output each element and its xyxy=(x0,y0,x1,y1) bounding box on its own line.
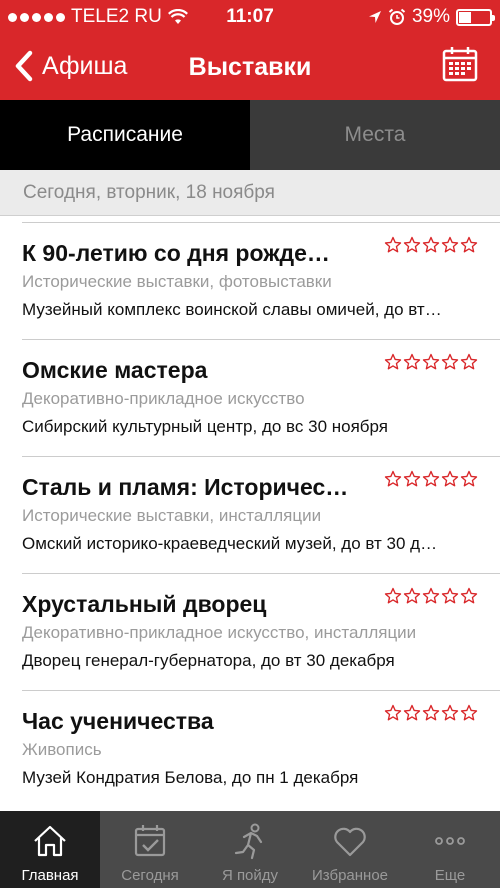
item-place: Омский историко-краеведческий музей, до … xyxy=(22,534,438,553)
segmented-tabs: Расписание Места xyxy=(0,100,500,170)
alarm-icon xyxy=(388,8,406,25)
item-place: Дворец генерал-губернатора, до вт 30 дек… xyxy=(22,651,395,670)
tab-schedule[interactable]: Расписание xyxy=(0,100,250,170)
tabbar-label: Избранное xyxy=(311,867,389,884)
item-category: Исторические выставки, инсталляции xyxy=(22,506,322,525)
item-title: Хрустальный дворец xyxy=(22,591,267,617)
rating-stars[interactable] xyxy=(384,587,478,605)
top-bar: TELE2 RU 11:07 39% Афиша Выставки xyxy=(0,0,500,100)
star-icon xyxy=(422,587,440,604)
star-icon xyxy=(403,587,421,604)
tab-label: Расписание xyxy=(67,123,183,146)
star-icon xyxy=(422,470,440,487)
tabbar-item-home[interactable]: Главная xyxy=(0,811,100,888)
item-category: Живопись xyxy=(22,740,102,759)
location-arrow-icon xyxy=(368,11,381,23)
more-dots-icon xyxy=(435,837,465,845)
star-icon xyxy=(422,353,440,370)
star-icon xyxy=(460,236,478,253)
battery-icon xyxy=(456,8,495,26)
item-title: К 90-летию со дня рожде… xyxy=(22,240,330,266)
rating-stars[interactable] xyxy=(384,353,478,371)
tabbar-item-more[interactable]: Еще xyxy=(400,811,500,888)
tab-places[interactable]: Места xyxy=(250,100,500,170)
tabbar-label: Главная xyxy=(21,867,79,884)
calendar-check-icon xyxy=(134,825,166,857)
heart-icon xyxy=(334,827,366,857)
calendar-icon[interactable] xyxy=(442,46,478,82)
star-icon xyxy=(422,704,440,721)
rating-stars[interactable] xyxy=(384,470,478,488)
star-icon xyxy=(422,236,440,253)
star-icon xyxy=(384,587,402,604)
star-icon xyxy=(403,470,421,487)
battery-percent: 39% xyxy=(411,6,450,27)
tabbar-item-favorites[interactable]: Избранное xyxy=(300,811,400,888)
star-icon xyxy=(441,587,459,604)
list-item[interactable]: К 90-летию со дня рожде… Исторические вы… xyxy=(22,222,500,339)
navigation-bar: Афиша Выставки xyxy=(0,34,500,100)
star-icon xyxy=(384,704,402,721)
rating-stars[interactable] xyxy=(384,236,478,254)
item-title: Омские мастера xyxy=(22,357,208,383)
list-item[interactable]: Сталь и пламя: Историчес… Исторические в… xyxy=(22,456,500,573)
star-icon xyxy=(460,470,478,487)
star-icon xyxy=(384,236,402,253)
item-place: Музей Кондратия Белова, до пн 1 декабря xyxy=(22,768,359,787)
item-title: Сталь и пламя: Историчес… xyxy=(22,474,349,500)
date-section-header: Сегодня, вторник, 18 ноября xyxy=(0,170,500,216)
page-title: Выставки xyxy=(188,53,312,81)
star-icon xyxy=(441,236,459,253)
star-icon xyxy=(384,470,402,487)
star-icon xyxy=(403,353,421,370)
item-title: Час ученичества xyxy=(22,708,214,734)
tabbar-label: Я пойду xyxy=(221,867,279,884)
star-icon xyxy=(384,353,402,370)
list-item[interactable]: Час ученичества Живопись Музей Кондратия… xyxy=(22,690,500,807)
star-icon xyxy=(403,236,421,253)
tabbar-label: Еще xyxy=(434,867,466,884)
star-icon xyxy=(460,353,478,370)
tabbar-item-going[interactable]: Я пойду xyxy=(200,811,300,888)
tabbar-label: Сегодня xyxy=(121,867,179,884)
star-icon xyxy=(441,470,459,487)
item-category: Исторические выставки, фотовыставки xyxy=(22,272,332,291)
status-bar: TELE2 RU 11:07 39% xyxy=(0,0,500,34)
exhibitions-list: К 90-летию со дня рожде… Исторические вы… xyxy=(0,222,500,807)
item-place: Сибирский культурный центр, до вс 30 ноя… xyxy=(22,417,389,436)
item-category: Декоративно-прикладное искусство xyxy=(22,389,305,408)
star-icon xyxy=(403,704,421,721)
tab-label: Места xyxy=(344,123,406,146)
list-item[interactable]: Омские мастера Декоративно-прикладное ис… xyxy=(22,339,500,456)
status-right: 39% xyxy=(368,6,495,28)
star-icon xyxy=(441,353,459,370)
rating-stars[interactable] xyxy=(384,704,478,722)
star-icon xyxy=(460,587,478,604)
list-item[interactable]: Хрустальный дворец Декоративно-прикладно… xyxy=(22,573,500,690)
runner-icon xyxy=(234,823,263,860)
item-category: Декоративно-прикладное искусство, инстал… xyxy=(22,623,417,642)
bottom-tab-bar: Главная Сегодня Я пойду Избранное Еще xyxy=(0,811,500,888)
home-icon xyxy=(34,825,66,857)
tabbar-item-today[interactable]: Сегодня xyxy=(100,811,200,888)
star-icon xyxy=(441,704,459,721)
star-icon xyxy=(460,704,478,721)
item-place: Музейный комплекс воинской славы омичей,… xyxy=(22,300,442,319)
